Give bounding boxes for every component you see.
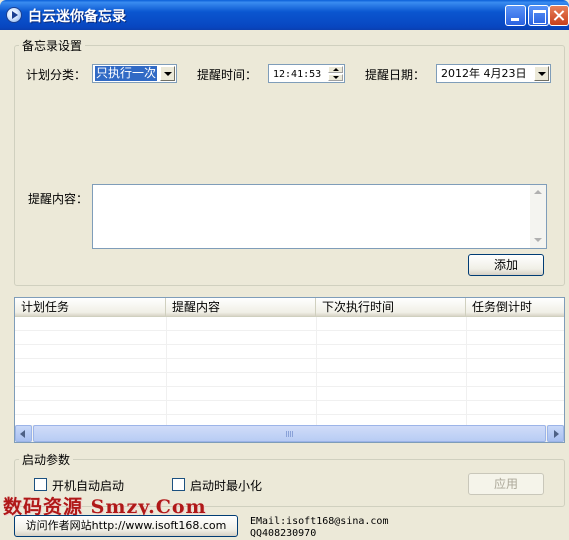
date-picker[interactable]: 2012年 4月23日 [436,64,551,83]
date-label: 提醒日期： [365,68,426,82]
table-horizontal-scrollbar[interactable] [15,425,564,442]
column-header-countdown[interactable]: 任务倒计时 [466,298,564,316]
calendar-dropdown-icon[interactable] [534,66,549,81]
column-header-task[interactable]: 计划任务 [15,298,166,316]
visit-website-button[interactable]: 访问作者网站http://www.isoft168.com [14,515,238,537]
content-label: 提醒内容： [28,192,89,206]
date-value: 2012年 4月23日 [441,67,527,80]
table-row [15,360,564,373]
scroll-left-icon[interactable] [15,425,32,442]
spin-down-icon[interactable] [328,74,343,81]
spin-up-icon[interactable] [328,66,343,73]
title-bar[interactable]: 白云迷你备忘录 [0,0,569,30]
app-icon [6,7,22,23]
minimize-checkbox[interactable] [172,478,185,491]
apply-button[interactable]: 应用 [468,473,544,495]
table-row [15,318,564,331]
task-table[interactable]: 计划任务 提醒内容 下次执行时间 任务倒计时 [14,297,565,443]
time-spinner[interactable] [328,66,343,81]
scrollbar-thumb[interactable] [33,425,546,442]
column-header-next-time[interactable]: 下次执行时间 [316,298,466,316]
table-row [15,388,564,401]
maximize-button[interactable] [528,5,549,26]
startup-group-label: 启动参数 [19,451,74,468]
table-row [15,346,564,359]
time-value: 12:41:53 [273,69,322,80]
category-value: 只执行一次 [95,66,158,81]
settings-group-label: 备忘录设置 [19,37,86,54]
close-button[interactable] [549,5,569,26]
time-picker[interactable]: 12:41:53 [268,64,345,83]
table-row [15,402,564,415]
scroll-right-icon[interactable] [547,425,564,442]
table-row [15,332,564,345]
scroll-up-icon[interactable] [530,185,546,201]
category-select[interactable]: 只执行一次 [92,64,177,83]
scroll-down-icon[interactable] [530,232,546,248]
table-row [15,374,564,387]
column-header-content[interactable]: 提醒内容 [166,298,316,316]
window-title: 白云迷你备忘录 [28,9,126,25]
email-text: EMail:isoft168@sina.com [250,516,389,527]
content-textarea[interactable] [92,184,547,249]
category-label: 计划分类： [26,68,87,82]
qq-text: QQ408230970 [250,528,317,539]
content-scrollbar[interactable] [530,185,546,248]
add-button[interactable]: 添加 [468,254,544,276]
autostart-checkbox[interactable] [34,478,47,491]
time-label: 提醒时间： [197,68,258,82]
minimize-button[interactable] [505,5,526,26]
table-header: 计划任务 提醒内容 下次执行时间 任务倒计时 [15,298,564,317]
chevron-down-icon[interactable] [160,66,175,81]
